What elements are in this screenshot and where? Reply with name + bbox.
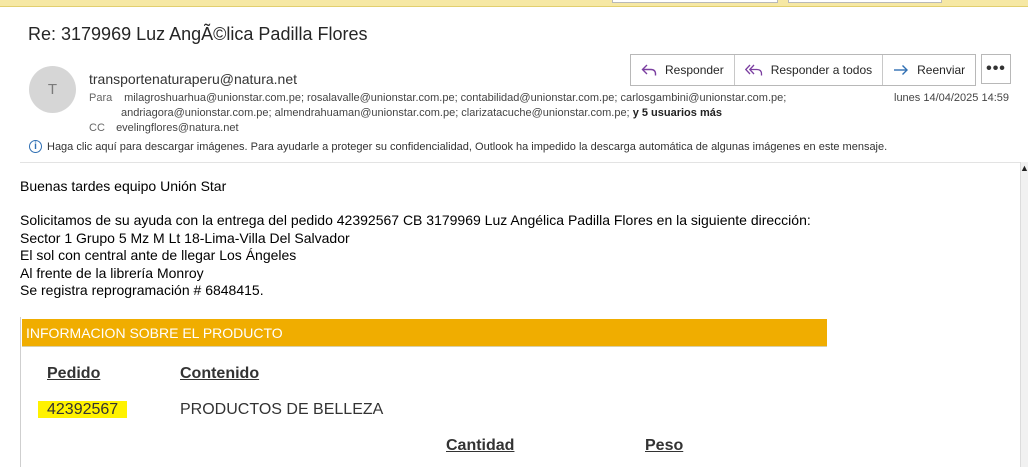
- more-options-button[interactable]: •••: [981, 54, 1011, 84]
- reply-all-label: Responder a todos: [770, 63, 873, 77]
- scrollbar[interactable]: [1020, 162, 1028, 467]
- email-subject: Re: 3179969 Luz AngÃ©lica Padilla Flores: [28, 24, 368, 44]
- body-line: Solicitamos de su ayuda con la entrega d…: [20, 212, 811, 228]
- cc-label: CC: [89, 122, 105, 134]
- reply-all-button[interactable]: Responder a todos: [735, 55, 884, 85]
- header-divider: [20, 162, 1020, 163]
- to-label: Para: [89, 92, 113, 104]
- scroll-up-arrow-icon[interactable]: ▲: [1020, 163, 1028, 173]
- body-line: Sector 1 Grupo 5 Mz M Lt 18-Lima-Villa D…: [20, 230, 350, 246]
- product-info-header: INFORMACION SOBRE EL PRODUCTO: [22, 319, 827, 347]
- avatar: T: [29, 66, 76, 113]
- to-line-continued: andriagora@unionstar.com.pe; almendrahua…: [121, 107, 722, 119]
- reply-icon: [641, 63, 657, 77]
- message-actions: Responder Responder a todos Reenviar: [630, 54, 977, 86]
- contenido-value: PRODUCTOS DE BELLEZA: [180, 401, 384, 418]
- download-images-text[interactable]: Haga clic aquí para descargar imágenes. …: [47, 141, 887, 153]
- forward-label: Reenviar: [917, 63, 966, 77]
- column-header-contenido: Contenido: [180, 365, 260, 382]
- avatar-initial: T: [47, 81, 58, 98]
- column-header-pedido: Pedido: [47, 365, 101, 382]
- column-header-peso: Peso: [645, 437, 684, 454]
- more-recipients-link[interactable]: y 5 usuarios más: [633, 107, 722, 119]
- top-tab[interactable]: [612, 0, 778, 3]
- forward-icon: [893, 63, 909, 77]
- body-line: El sol con central ante de llegar Los Án…: [20, 247, 297, 263]
- pedido-value: 42392567: [38, 401, 128, 419]
- top-tab[interactable]: [788, 0, 942, 3]
- to-recipients[interactable]: milagroshuarhua@unionstar.com.pe; rosala…: [124, 92, 786, 104]
- received-date: lunes 14/04/2025 14:59: [894, 92, 1009, 104]
- highlighted-order-number: 42392567: [38, 401, 128, 418]
- window-top-strip: [0, 0, 1028, 7]
- reply-button[interactable]: Responder: [631, 55, 735, 85]
- to-line: Para milagroshuarhua@unionstar.com.pe; r…: [89, 92, 786, 104]
- sender-email[interactable]: transportenaturaperu@natura.net: [89, 71, 297, 87]
- column-header-cantidad: Cantidad: [446, 437, 515, 454]
- reply-all-icon: [744, 63, 763, 77]
- reply-label: Responder: [665, 63, 724, 77]
- cc-recipients[interactable]: evelingflores@natura.net: [116, 122, 238, 134]
- info-icon: i: [29, 140, 42, 153]
- body-greeting: Buenas tardes equipo Unión Star: [20, 178, 227, 194]
- forward-button[interactable]: Reenviar: [883, 55, 975, 85]
- cc-line: CC evelingflores@natura.net: [89, 122, 239, 134]
- download-images-bar[interactable]: i Haga clic aquí para descargar imágenes…: [29, 140, 887, 153]
- to-recipients[interactable]: andriagora@unionstar.com.pe; almendrahua…: [121, 107, 630, 119]
- body-line: Al frente de la librería Monroy: [20, 265, 204, 281]
- body-line: Se registra reprogramación # 6848415.: [20, 282, 264, 298]
